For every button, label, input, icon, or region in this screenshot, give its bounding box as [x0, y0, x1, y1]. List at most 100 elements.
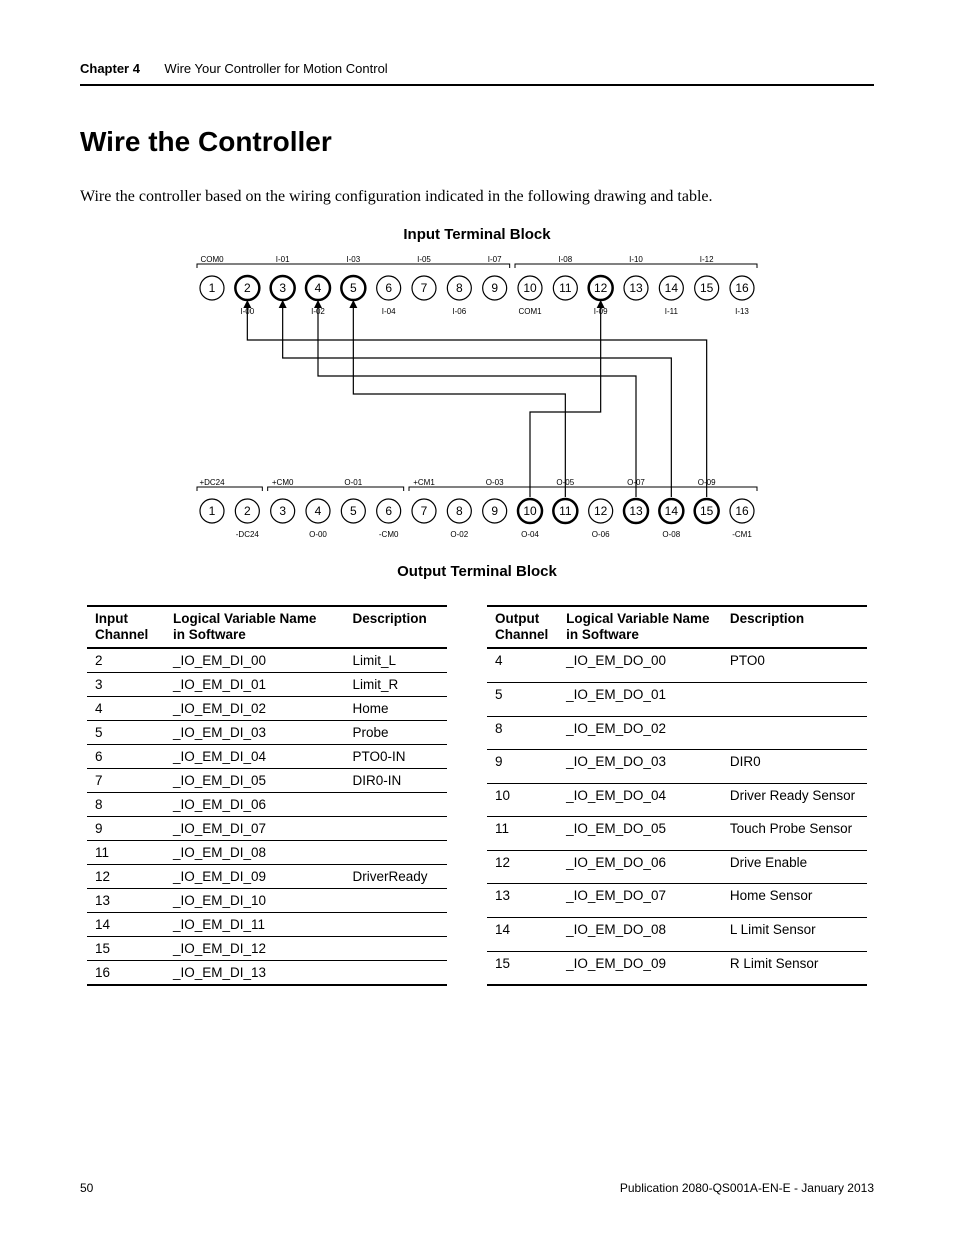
svg-text:14: 14: [665, 281, 679, 295]
svg-text:I-10: I-10: [629, 255, 643, 264]
table-cell: Home Sensor: [722, 884, 867, 918]
table-cell: [344, 913, 447, 937]
table-cell: PTO0: [722, 648, 867, 682]
table-row: 15_IO_EM_DO_09R Limit Sensor: [487, 951, 867, 985]
table-cell: _IO_EM_DI_00: [165, 648, 344, 673]
table-row: 4_IO_EM_DO_00PTO0: [487, 648, 867, 682]
svg-text:I-01: I-01: [276, 255, 290, 264]
svg-text:10: 10: [523, 281, 537, 295]
svg-text:+DC24: +DC24: [199, 478, 225, 487]
svg-text:O-01: O-01: [344, 478, 362, 487]
table-cell: _IO_EM_DI_12: [165, 937, 344, 961]
svg-text:I-08: I-08: [558, 255, 572, 264]
table-row: 13_IO_EM_DO_07Home Sensor: [487, 884, 867, 918]
svg-text:14: 14: [665, 504, 679, 518]
table-cell: 13: [487, 884, 558, 918]
table-row: 12_IO_EM_DO_06Drive Enable: [487, 850, 867, 884]
svg-text:2: 2: [244, 281, 251, 295]
table-row: 7_IO_EM_DI_05DIR0-IN: [87, 769, 447, 793]
table-cell: _IO_EM_DO_08: [558, 917, 722, 951]
publication-info: Publication 2080-QS001A-EN-E - January 2…: [620, 1181, 874, 1195]
chapter-label: Chapter 4: [80, 61, 140, 76]
table-cell: Probe: [344, 721, 447, 745]
svg-text:I-06: I-06: [452, 307, 466, 316]
table-row: 2_IO_EM_DI_00Limit_L: [87, 648, 447, 673]
table-cell: 7: [87, 769, 165, 793]
table-cell: [344, 889, 447, 913]
table-cell: Driver Ready Sensor: [722, 783, 867, 817]
table-cell: _IO_EM_DI_03: [165, 721, 344, 745]
table-row: 16_IO_EM_DI_13: [87, 961, 447, 986]
table-header: Logical Variable Namein Software: [165, 606, 344, 648]
svg-text:-DC24: -DC24: [236, 530, 260, 539]
table-cell: Drive Enable: [722, 850, 867, 884]
table-cell: _IO_EM_DO_04: [558, 783, 722, 817]
table-cell: 2: [87, 648, 165, 673]
input-table: InputChannelLogical Variable Namein Soft…: [87, 605, 447, 986]
svg-text:1: 1: [209, 281, 216, 295]
svg-text:+CM1: +CM1: [413, 478, 435, 487]
table-cell: 15: [487, 951, 558, 985]
svg-text:5: 5: [350, 281, 357, 295]
svg-text:-CM0: -CM0: [379, 530, 399, 539]
svg-text:4: 4: [315, 504, 322, 518]
table-cell: _IO_EM_DI_02: [165, 697, 344, 721]
table-cell: Limit_L: [344, 648, 447, 673]
table-cell: _IO_EM_DO_01: [558, 683, 722, 717]
table-cell: 5: [487, 683, 558, 717]
svg-text:4: 4: [315, 281, 322, 295]
table-cell: 6: [87, 745, 165, 769]
table-cell: L Limit Sensor: [722, 917, 867, 951]
svg-text:I-04: I-04: [382, 307, 396, 316]
svg-text:COM1: COM1: [518, 307, 542, 316]
svg-text:7: 7: [421, 281, 428, 295]
table-cell: [344, 961, 447, 986]
svg-text:9: 9: [491, 504, 498, 518]
table-header: Logical Variable Namein Software: [558, 606, 722, 648]
page-footer: 50 Publication 2080-QS001A-EN-E - Januar…: [80, 1181, 874, 1195]
page-header: Chapter 4 Wire Your Controller for Motio…: [80, 60, 874, 86]
table-header: OutputChannel: [487, 606, 558, 648]
table-cell: PTO0-IN: [344, 745, 447, 769]
svg-text:13: 13: [629, 281, 643, 295]
table-cell: _IO_EM_DI_09: [165, 865, 344, 889]
table-cell: _IO_EM_DI_06: [165, 793, 344, 817]
table-cell: Home: [344, 697, 447, 721]
svg-text:13: 13: [629, 504, 643, 518]
table-cell: 11: [87, 841, 165, 865]
table-cell: _IO_EM_DI_10: [165, 889, 344, 913]
svg-text:11: 11: [559, 504, 572, 518]
table-cell: DIR0-IN: [344, 769, 447, 793]
table-cell: Limit_R: [344, 673, 447, 697]
table-cell: [344, 793, 447, 817]
table-cell: 16: [87, 961, 165, 986]
table-cell: _IO_EM_DO_07: [558, 884, 722, 918]
table-cell: _IO_EM_DI_01: [165, 673, 344, 697]
table-cell: _IO_EM_DO_05: [558, 817, 722, 851]
table-cell: _IO_EM_DO_00: [558, 648, 722, 682]
table-cell: [344, 937, 447, 961]
table-row: 15_IO_EM_DI_12: [87, 937, 447, 961]
svg-text:O-03: O-03: [486, 478, 504, 487]
table-cell: 14: [487, 917, 558, 951]
table-cell: _IO_EM_DI_05: [165, 769, 344, 793]
svg-text:3: 3: [279, 504, 286, 518]
input-block-title: Input Terminal Block: [80, 226, 874, 243]
table-cell: 8: [87, 793, 165, 817]
svg-text:-CM1: -CM1: [732, 530, 752, 539]
svg-text:I-13: I-13: [735, 307, 749, 316]
table-row: 3_IO_EM_DI_01Limit_R: [87, 673, 447, 697]
table-cell: 8: [487, 716, 558, 750]
svg-text:O-06: O-06: [592, 530, 610, 539]
wiring-diagram: 1COM02I-003I-014I-025I-036I-047I-058I-06…: [192, 253, 762, 553]
table-cell: _IO_EM_DO_02: [558, 716, 722, 750]
table-cell: 14: [87, 913, 165, 937]
svg-text:I-07: I-07: [488, 255, 502, 264]
table-cell: _IO_EM_DO_03: [558, 750, 722, 784]
svg-text:I-05: I-05: [417, 255, 431, 264]
table-row: 6_IO_EM_DI_04PTO0-IN: [87, 745, 447, 769]
table-row: 11_IO_EM_DO_05Touch Probe Sensor: [487, 817, 867, 851]
table-row: 11_IO_EM_DI_08: [87, 841, 447, 865]
table-cell: _IO_EM_DI_04: [165, 745, 344, 769]
svg-text:16: 16: [735, 281, 749, 295]
